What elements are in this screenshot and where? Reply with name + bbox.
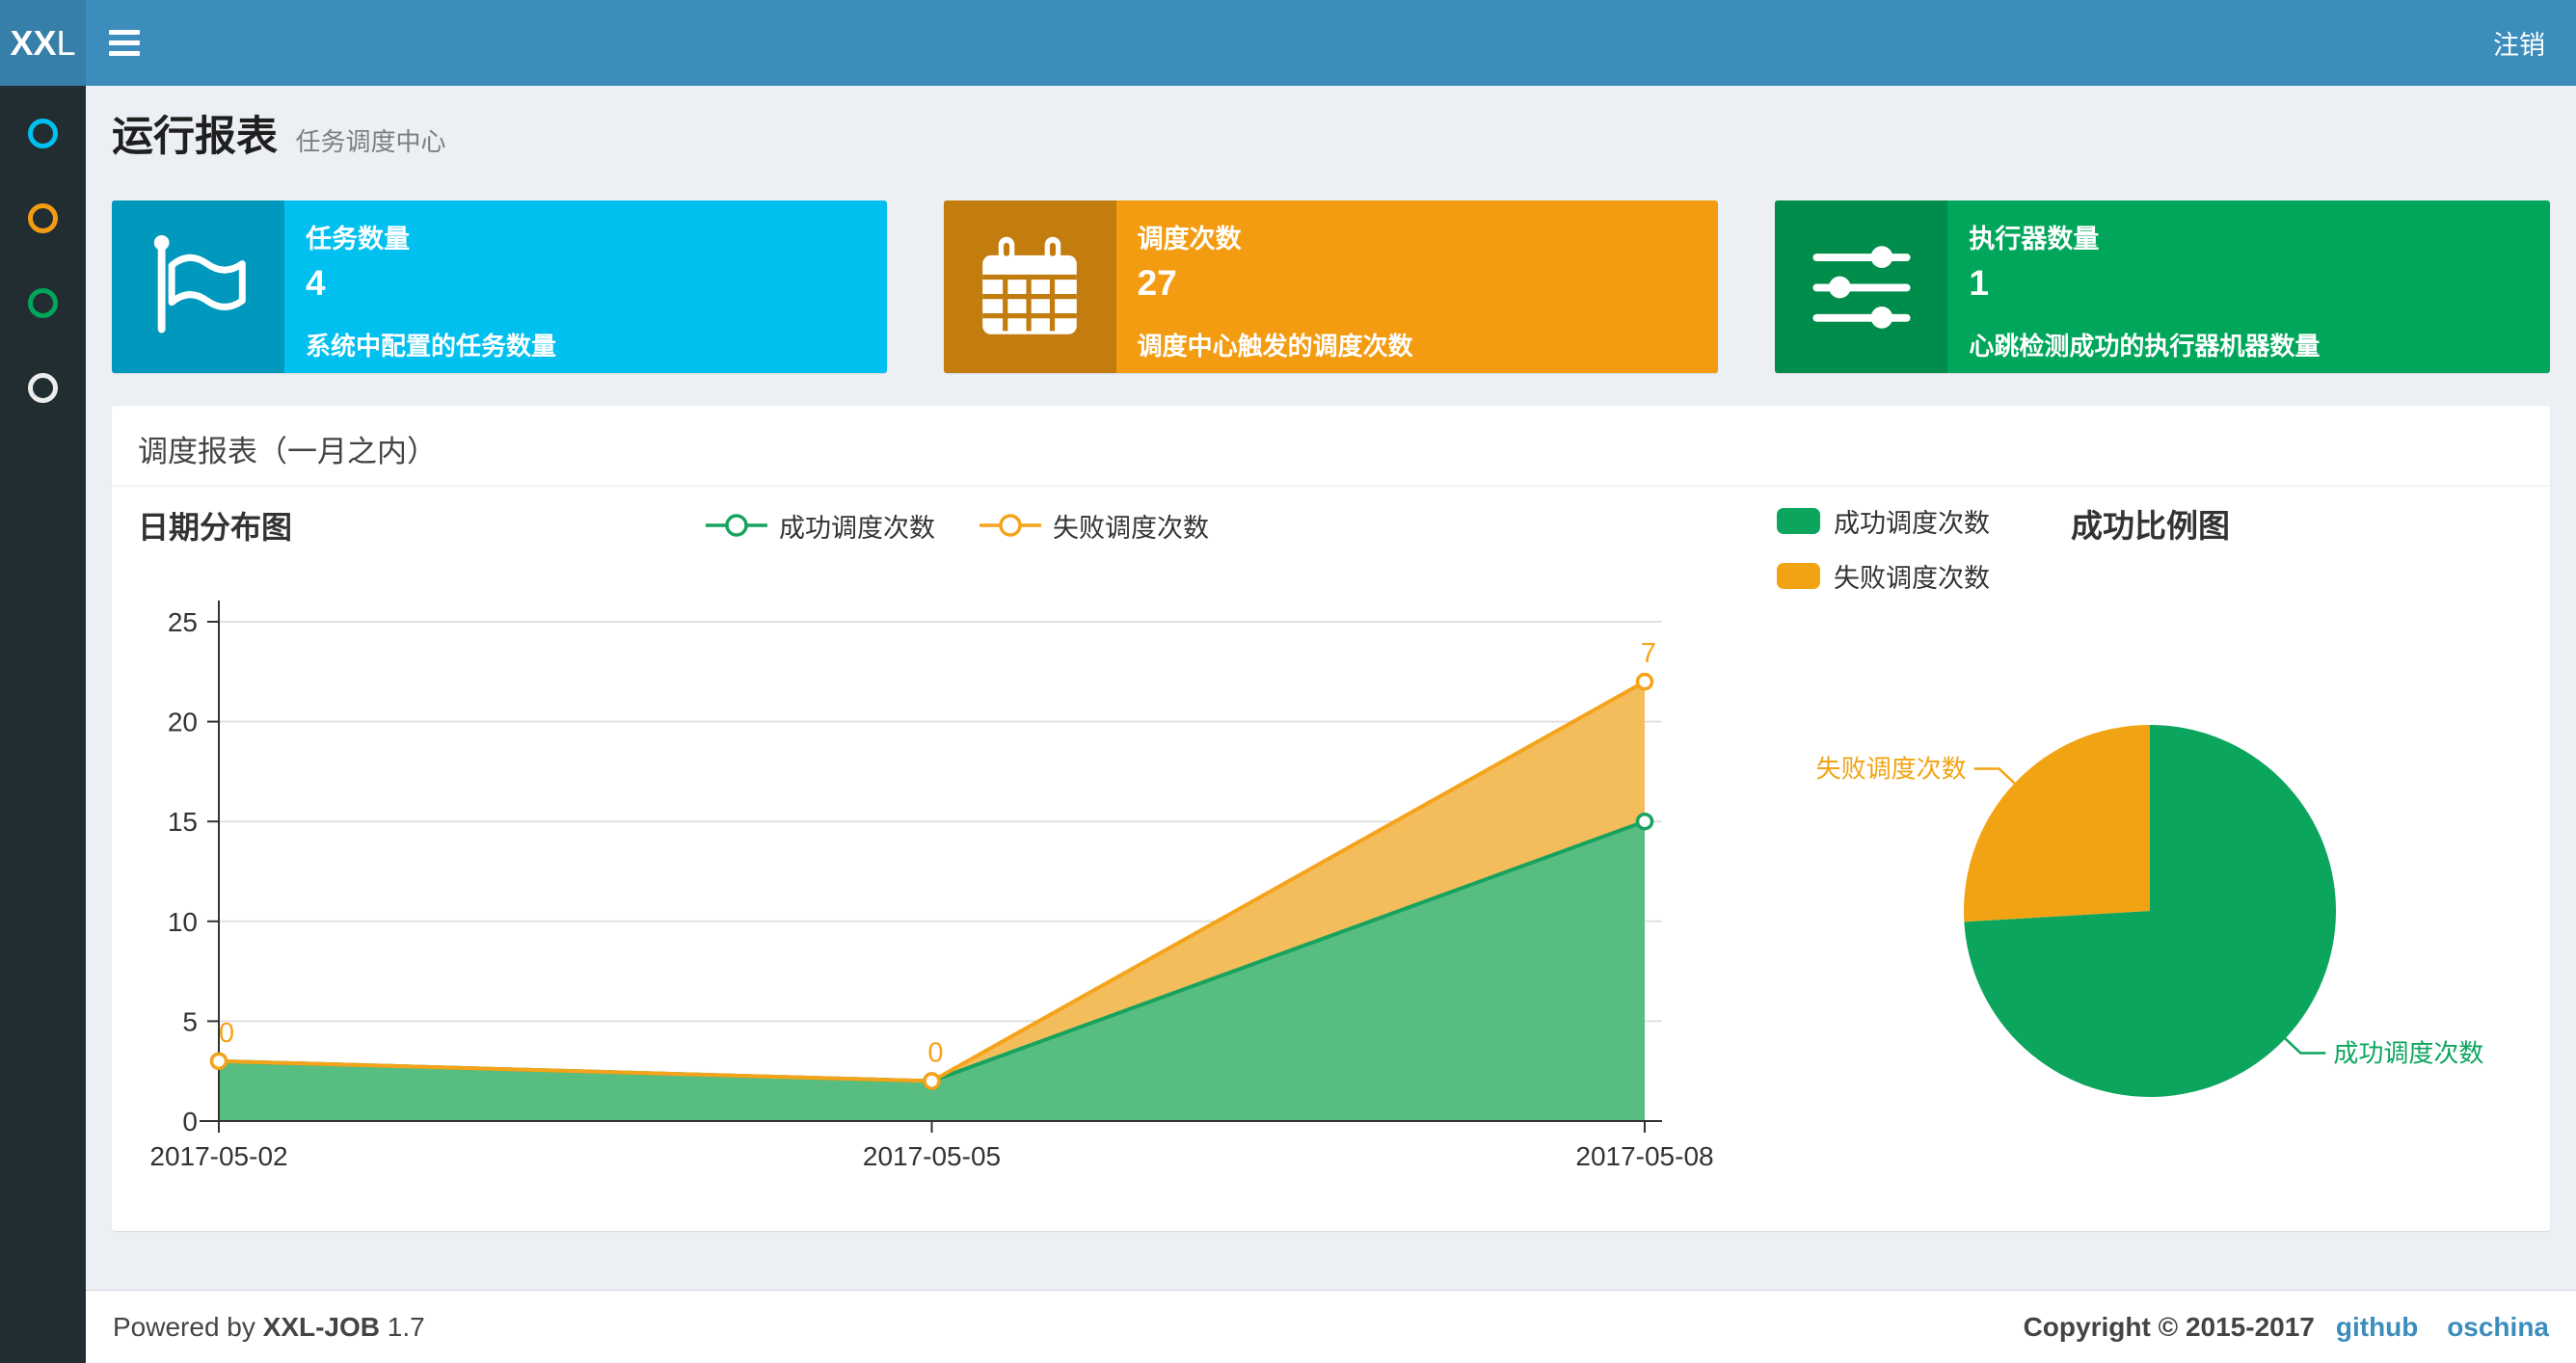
sidebar-item-job-manage[interactable] [0, 175, 86, 260]
info-box-job-count: 任务数量 4 系统中配置的任务数量 [112, 200, 887, 373]
svg-text:2017-05-05: 2017-05-05 [863, 1141, 1001, 1171]
line-series-marker-icon [979, 514, 1041, 537]
info-box-description: 系统中配置的任务数量 [306, 332, 557, 361]
info-box-executor-count: 执行器数量 1 心跳检测成功的执行器机器数量 [1775, 200, 2551, 373]
legend-label: 成功调度次数 [779, 513, 935, 543]
info-box-label: 执行器数量 [1969, 225, 2100, 254]
legend-item-fail[interactable]: 失败调度次数 [979, 507, 1209, 545]
sliders-icon [1775, 200, 1948, 373]
svg-text:15: 15 [168, 807, 198, 837]
legend-label: 失败调度次数 [1834, 564, 1990, 593]
success-ratio-pie: 成功调度次数 失败调度次数 [1816, 725, 2483, 1097]
app-logo[interactable]: XX L [0, 0, 86, 86]
circle-outline-icon [28, 287, 58, 318]
date-distribution-chart: 05101520252017-05-02 2017-05-05 2017-05-08… [149, 601, 1714, 1171]
legend-item-fail[interactable]: 失败调度次数 [1777, 557, 1990, 595]
svg-text:25: 25 [168, 607, 198, 637]
circle-outline-icon [28, 202, 58, 233]
main-footer: Powered by XXL-JOB 1.7 Copyright © 2015-… [86, 1290, 2576, 1363]
sidebar-item-job-log[interactable] [0, 260, 86, 345]
oschina-link[interactable]: oschina [2447, 1312, 2549, 1342]
circle-outline-icon [28, 118, 58, 148]
main-content: 运行报表 任务调度中心 任务数量 4 系统中配置的任务数量 调度次数 27 调度… [86, 86, 2576, 1231]
info-box-description: 调度中心触发的调度次数 [1137, 332, 1413, 361]
page-subtitle: 任务调度中心 [295, 127, 446, 156]
panel-title: 调度报表（一月之内） [138, 435, 437, 468]
copyright-area: Copyright © 2015-2017 github oschina [2024, 1312, 2549, 1343]
logo-text-light: L [56, 22, 76, 63]
hamburger-icon [109, 40, 140, 45]
pie-chart-title: 成功比例图 [2071, 508, 2230, 544]
svg-text:0: 0 [219, 1018, 234, 1049]
pie-chart-legend: 成功调度次数 失败调度次数 [1777, 502, 1990, 595]
sidebar-item-executor[interactable] [0, 345, 86, 430]
hamburger-icon [109, 51, 140, 56]
version: 1.7 [387, 1311, 425, 1342]
legend-label: 成功调度次数 [1834, 509, 1990, 538]
circle-outline-icon [28, 372, 58, 403]
content-header: 运行报表 任务调度中心 [86, 86, 2576, 200]
panel-header: 调度报表（一月之内） [112, 406, 2550, 487]
powered-prefix: Powered by [113, 1311, 255, 1342]
svg-text:成功调度次数: 成功调度次数 [2333, 1039, 2483, 1068]
svg-text:2017-05-08: 2017-05-08 [1575, 1141, 1713, 1171]
pie-chart-header: 成功调度次数 失败调度次数 成功比例图 [1777, 487, 2524, 612]
svg-text:5: 5 [182, 1006, 198, 1036]
line-chart-legend: 成功调度次数 失败调度次数 [138, 487, 1777, 564]
hamburger-icon [109, 30, 140, 35]
line-chart-title: 日期分布图 [138, 510, 293, 545]
info-box-content: 调度次数 27 调度中心触发的调度次数 [1116, 200, 1719, 373]
schedule-report-panel: 调度报表（一月之内） 日期分布图 成功调度次数 失败调度次数 0 5 10 15… [112, 406, 2550, 1231]
info-box-value: 1 [1969, 263, 1989, 303]
panel-body: 日期分布图 成功调度次数 失败调度次数 0 5 10 15 20 25 2017… [112, 487, 2550, 1231]
success-ratio-section: 成功调度次数 失败调度次数 成功比例图 成功调度次数 失败调度次数 [1777, 487, 2524, 1206]
line-chart-header: 日期分布图 成功调度次数 失败调度次数 [138, 487, 1777, 564]
legend-swatch [1777, 563, 1820, 589]
svg-text:0: 0 [927, 1038, 943, 1069]
info-box-description: 心跳检测成功的执行器机器数量 [1969, 332, 2321, 361]
svg-text:7: 7 [1641, 638, 1656, 669]
svg-text:2017-05-02: 2017-05-02 [149, 1141, 287, 1171]
brand-name: XXL-JOB [262, 1311, 381, 1342]
svg-text:10: 10 [168, 907, 198, 937]
legend-item-success[interactable]: 成功调度次数 [1777, 502, 1990, 540]
top-navbar: XX L 注销 [0, 0, 2576, 86]
info-box-trigger-count: 调度次数 27 调度中心触发的调度次数 [943, 200, 1719, 373]
navbar-spacer [163, 0, 2462, 86]
page-title: 运行报表 [112, 114, 278, 160]
date-distribution-section: 日期分布图 成功调度次数 失败调度次数 0 5 10 15 20 25 2017… [138, 487, 1777, 1206]
logout-link[interactable]: 注销 [2462, 0, 2576, 86]
powered-by: Powered by XXL-JOB 1.7 [113, 1312, 425, 1343]
flag-icon [112, 200, 284, 373]
sidebar [0, 86, 86, 1363]
info-box-label: 任务数量 [306, 225, 410, 254]
copyright-text: Copyright © 2015-2017 [2023, 1311, 2315, 1342]
info-box-content: 执行器数量 1 心跳检测成功的执行器机器数量 [1947, 200, 2550, 373]
info-box-value: 27 [1137, 263, 1177, 303]
info-box-label: 调度次数 [1137, 225, 1242, 254]
logo-text-bold: XX [10, 22, 57, 63]
info-box-content: 任务数量 4 系统中配置的任务数量 [284, 200, 887, 373]
sidebar-toggle-button[interactable] [86, 0, 163, 86]
svg-text:失败调度次数: 失败调度次数 [1816, 754, 1967, 783]
legend-label: 失败调度次数 [1053, 513, 1209, 543]
sidebar-item-dashboard[interactable] [0, 91, 86, 175]
legend-swatch [1777, 508, 1820, 534]
svg-text:20: 20 [168, 708, 198, 737]
github-link[interactable]: github [2336, 1312, 2419, 1342]
line-series-marker-icon [706, 514, 767, 537]
calendar-icon [943, 200, 1116, 373]
legend-item-success[interactable]: 成功调度次数 [706, 507, 935, 545]
info-box-value: 4 [306, 263, 326, 303]
info-box-row: 任务数量 4 系统中配置的任务数量 调度次数 27 调度中心触发的调度次数 执行… [86, 200, 2576, 373]
svg-text:0: 0 [182, 1107, 198, 1136]
